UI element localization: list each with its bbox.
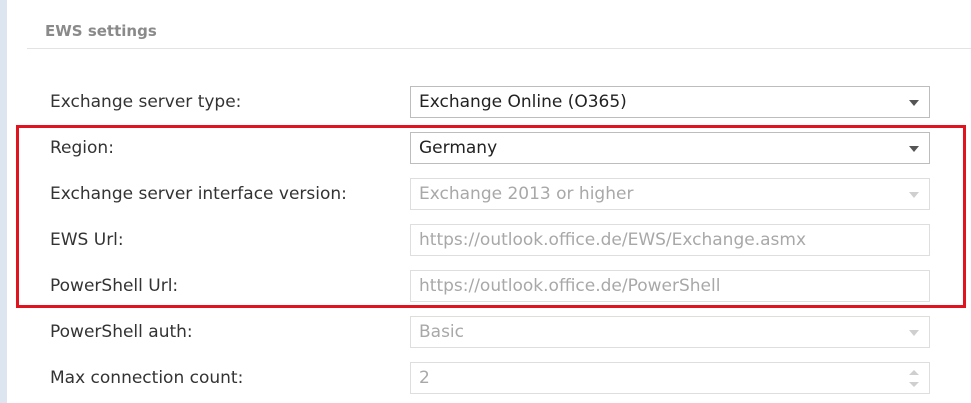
section-divider — [27, 48, 971, 49]
spinner-down-icon — [909, 382, 919, 387]
exchange-server-type-label: Exchange server type: — [50, 92, 242, 112]
max-connection-count-value: 2 — [419, 368, 430, 388]
exchange-server-type-dropdown[interactable]: Exchange Online (O365) — [410, 86, 930, 118]
spinner-up-icon — [909, 370, 919, 375]
powershell-auth-label: PowerShell auth: — [50, 322, 193, 342]
dropdown-arrow-icon[interactable] — [909, 100, 919, 106]
exchange-server-type-value: Exchange Online (O365) — [419, 92, 627, 112]
max-connection-count-label: Max connection count: — [50, 368, 244, 388]
max-connection-count-spinner: 2 — [410, 362, 930, 394]
section-title: EWS settings — [45, 22, 157, 40]
dropdown-arrow-icon — [909, 330, 919, 336]
powershell-auth-dropdown: Basic — [410, 316, 930, 348]
highlight-box — [16, 125, 966, 308]
powershell-auth-value: Basic — [419, 322, 465, 342]
